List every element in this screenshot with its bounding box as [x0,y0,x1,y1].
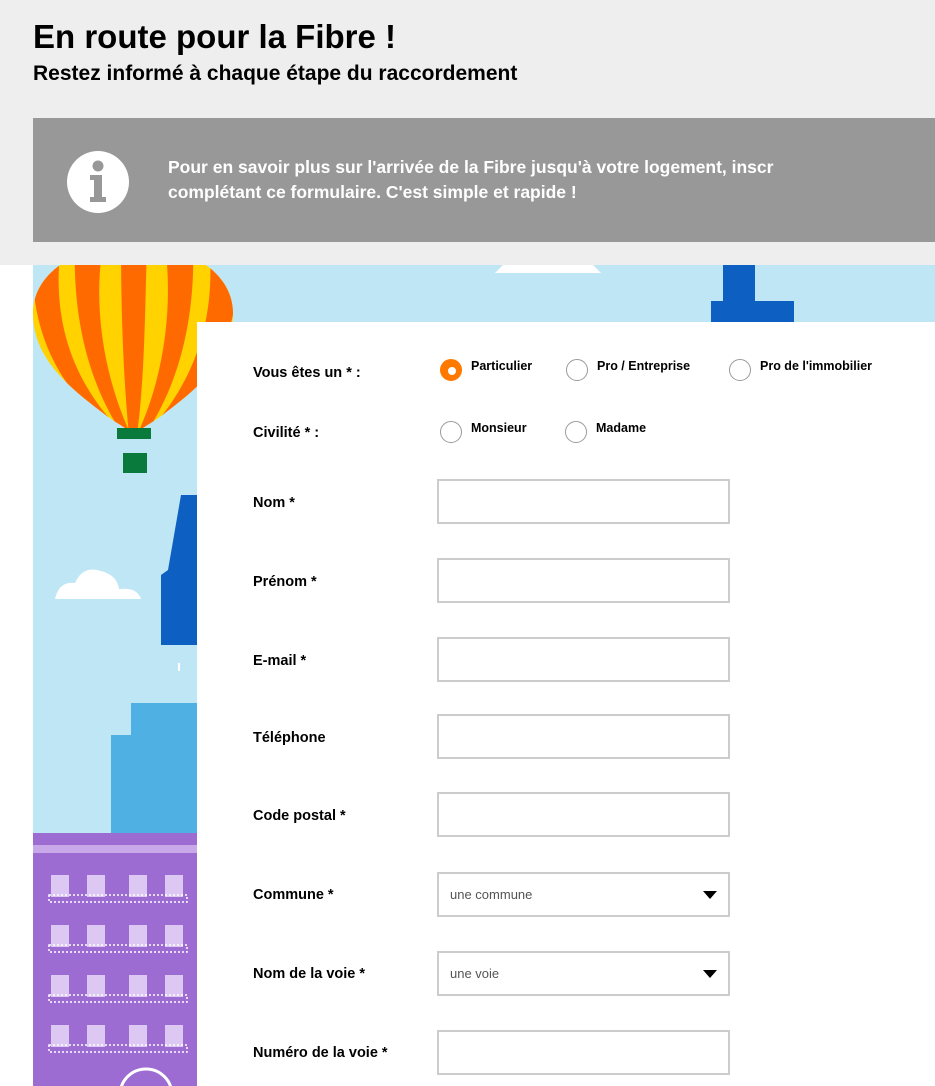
subscription-form: Vous êtes un * : Particulier Pro / Entre… [197,322,935,1086]
building-window [87,925,105,947]
voie-select-value: une voie [450,966,500,981]
prenom-label: Prénom * [253,574,317,590]
radio-particulier-label[interactable]: Particulier [471,359,532,373]
page: En route pour la Fibre ! Restez informé … [0,0,935,1086]
telephone-input[interactable] [437,714,730,759]
page-title: En route pour la Fibre ! [33,18,397,55]
civility-label: Civilité * : [253,425,320,441]
nom-label: Nom * [253,495,295,511]
building-purple-stripe [33,845,197,853]
cloud-left [55,569,141,599]
commune-label: Commune * [253,887,334,903]
building-window [87,1025,105,1047]
skyscraper-left [161,495,197,645]
commune-select-value: une commune [450,887,533,902]
code-postal-label: Code postal * [253,808,346,824]
profile-label: Vous êtes un * : [253,365,361,381]
building-purple [33,833,197,1086]
email-label: E-mail * [253,653,307,669]
info-text-line-1: Pour en savoir plus sur l'arrivée de la … [168,157,774,177]
building-window [129,1025,147,1047]
numero-label: Numéro de la voie * [253,1045,388,1061]
prenom-input[interactable] [437,558,730,603]
commune-select[interactable]: une commune [437,872,730,917]
radio-particulier-control[interactable] [440,359,462,381]
code-postal-input[interactable] [437,792,730,837]
cloud-top [495,265,601,273]
chevron-down-icon[interactable] [703,970,717,978]
numero-input[interactable] [437,1030,730,1075]
building-window [51,875,69,897]
radio-madame-control[interactable] [565,421,587,443]
building-window [165,875,183,897]
page-subtitle: Restez informé à chaque étape du raccord… [33,62,518,85]
header-band: En route pour la Fibre ! Restez informé … [0,0,935,265]
building-window [165,975,183,997]
building-window [129,975,147,997]
building-light-blue [111,703,197,835]
building-window [178,663,180,671]
radio-pro-entreprise[interactable]: Pro / Entreprise [566,359,690,381]
building-window [129,875,147,897]
tower-right [711,265,794,325]
radio-madame-label[interactable]: Madame [596,421,646,435]
email-input[interactable] [437,637,730,682]
building-window [129,925,147,947]
radio-pro-immobilier-control[interactable] [729,359,751,381]
voie-select[interactable]: une voie [437,951,730,996]
radio-particulier[interactable]: Particulier [440,359,532,381]
building-window [87,975,105,997]
info-icon [67,151,129,213]
building-window [51,1025,69,1047]
telephone-label: Téléphone [253,730,326,746]
building-window [51,975,69,997]
info-banner: Pour en savoir plus sur l'arrivée de la … [33,118,935,242]
radio-pro-immobilier[interactable]: Pro de l'immobilier [729,359,872,381]
nom-input[interactable] [437,479,730,524]
building-window [165,925,183,947]
building-window [165,1025,183,1047]
voie-label: Nom de la voie * [253,966,366,982]
building-window [87,875,105,897]
info-text-line-2: complétant ce formulaire. C'est simple e… [168,182,577,202]
radio-monsieur-label[interactable]: Monsieur [471,421,527,435]
info-text: Pour en savoir plus sur l'arrivée de la … [168,155,935,205]
radio-pro-immobilier-label[interactable]: Pro de l'immobilier [760,359,872,373]
radio-madame[interactable]: Madame [565,421,646,443]
radio-monsieur[interactable]: Monsieur [440,421,527,443]
radio-monsieur-control[interactable] [440,421,462,443]
building-window [51,925,69,947]
radio-pro-entreprise-label[interactable]: Pro / Entreprise [597,359,690,373]
chevron-down-icon[interactable] [703,891,717,899]
radio-pro-entreprise-control[interactable] [566,359,588,381]
